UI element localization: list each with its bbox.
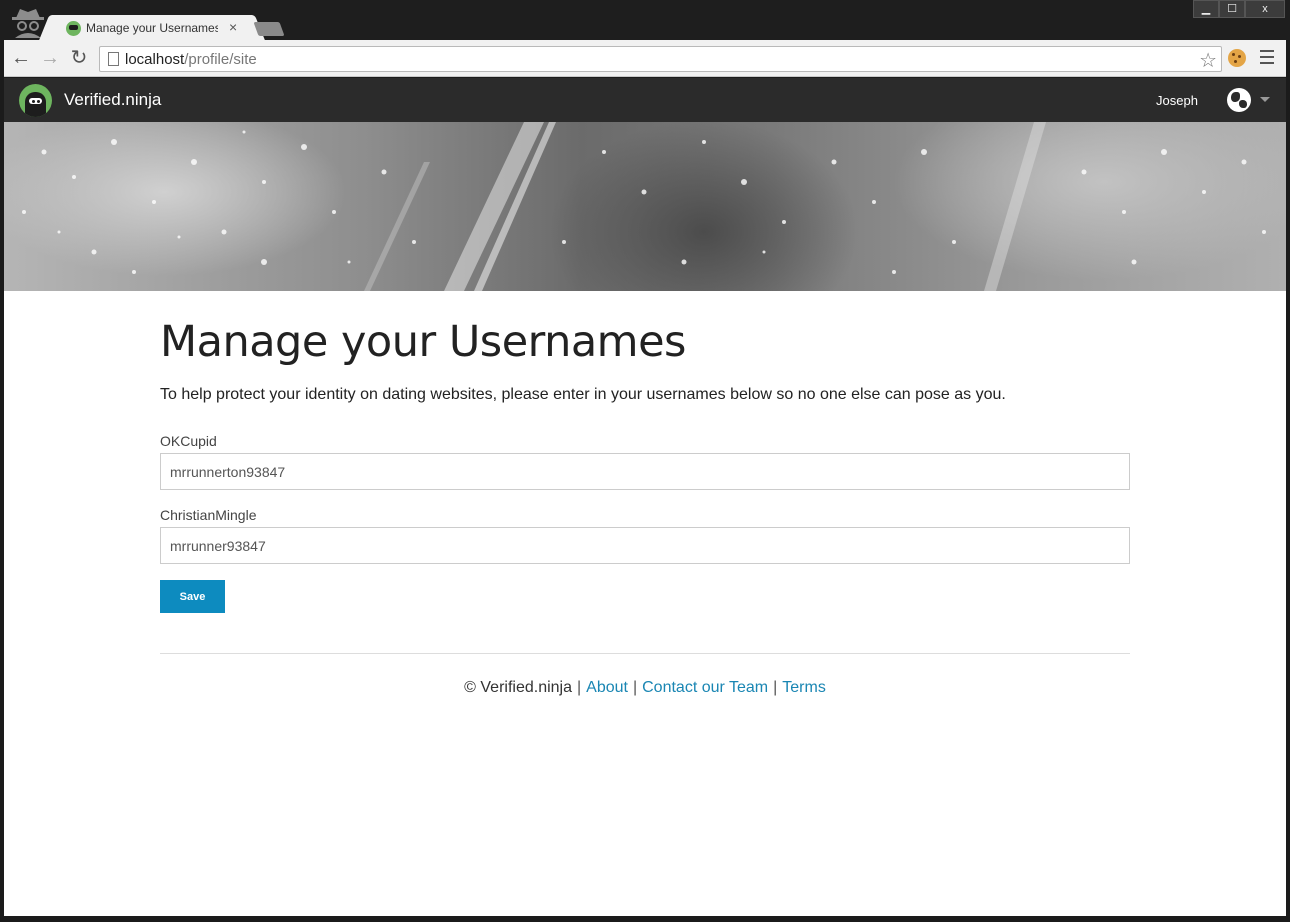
footer-separator: |: [632, 679, 638, 696]
page-icon: [108, 52, 119, 66]
globe-icon[interactable]: [1227, 88, 1251, 112]
okcupid-label: OKCupid: [160, 433, 217, 449]
url-text[interactable]: localhost/profile/site: [125, 51, 257, 68]
footer-separator: |: [773, 679, 778, 696]
page-title: Manage your Usernames: [160, 317, 686, 367]
new-tab-button[interactable]: [253, 22, 285, 36]
footer-link-about[interactable]: About: [586, 679, 628, 696]
footer-separator: |: [577, 679, 582, 696]
site-footer: © Verified.ninja | About | Contact our Team |…: [160, 679, 1130, 697]
save-button[interactable]: Save: [160, 580, 225, 613]
footer-divider: [160, 653, 1130, 654]
site-navbar: Verified.ninja Joseph: [4, 78, 1286, 122]
back-arrow-icon[interactable]: ←: [10, 48, 32, 70]
ninja-logo-icon[interactable]: [19, 84, 52, 117]
caret-down-icon[interactable]: [1260, 97, 1270, 102]
tab-close-icon[interactable]: ×: [229, 19, 237, 35]
footer-link-terms[interactable]: Terms: [782, 679, 826, 696]
reload-icon[interactable]: ↻: [68, 48, 90, 70]
close-window-button[interactable]: x: [1245, 0, 1285, 18]
christianmingle-username-input[interactable]: [160, 527, 1130, 564]
cookie-icon[interactable]: [1228, 49, 1246, 67]
footer-link-contact[interactable]: Contact our Team: [642, 679, 768, 696]
url-path: /profile/site: [184, 51, 257, 68]
browser-titlebar: Manage your Usernames × ▁ ☐ x: [0, 0, 1290, 41]
okcupid-username-input[interactable]: [160, 453, 1130, 490]
minimize-button[interactable]: ▁: [1193, 0, 1219, 18]
user-menu-name[interactable]: Joseph: [1156, 93, 1198, 108]
browser-tab-active[interactable]: Manage your Usernames ×: [38, 15, 266, 41]
forward-arrow-icon[interactable]: →: [39, 48, 61, 70]
intro-text: To help protect your identity on dating …: [160, 386, 1006, 403]
tab-title: Manage your Usernames: [86, 21, 218, 35]
hero-banner-image: [4, 122, 1286, 291]
url-host: localhost: [125, 51, 185, 68]
maximize-button[interactable]: ☐: [1219, 0, 1245, 18]
chrome-menu-icon[interactable]: [1260, 50, 1274, 66]
web-page: Verified.ninja Joseph Manage your Userna…: [4, 78, 1286, 916]
address-bar[interactable]: localhost/profile/site ☆: [99, 46, 1222, 72]
brand-name[interactable]: Verified.ninja: [64, 90, 161, 110]
tab-favicon-icon: [66, 21, 81, 36]
christianmingle-label: ChristianMingle: [160, 507, 257, 523]
footer-copyright: © Verified.ninja: [464, 679, 572, 696]
browser-toolbar: ← → ↻ localhost/profile/site ☆: [4, 40, 1286, 77]
bookmark-star-icon[interactable]: ☆: [1199, 48, 1217, 73]
